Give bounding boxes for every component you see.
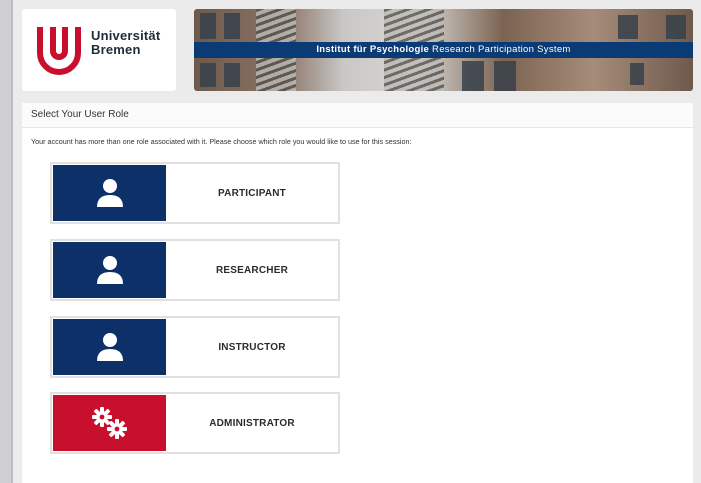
university-logo-mark-icon [37,27,81,75]
panel-title: Select Your User Role [22,103,693,128]
role-label: ADMINISTRATOR [209,417,295,429]
role-label: RESEARCHER [215,264,288,276]
user-icon [96,179,123,207]
role-icon-box [53,165,166,221]
panel-intro-text: Your account has more than one role asso… [31,137,412,146]
banner-title-bold: Institut für Psychologie [316,44,430,55]
logo-line-2: Bremen [91,42,141,57]
user-icon [96,333,123,361]
role-button-instructor[interactable]: INSTRUCTOR [50,316,340,378]
role-label: INSTRUCTOR [218,341,286,353]
university-logo-text: Universität Bremen [91,29,160,57]
banner-title: Institut für Psychologie Research Partic… [194,42,693,58]
role-label: PARTICIPANT [218,187,286,199]
gears-icon [91,407,127,439]
header-banner: Institut für Psychologie Research Partic… [194,9,693,91]
role-button-participant[interactable]: PARTICIPANT [50,162,340,224]
banner-title-rest: Research Participation System [429,44,571,55]
logo-line-1: Universität [91,28,161,43]
left-edge-bar [0,0,11,483]
role-icon-box [53,319,166,375]
university-logo[interactable]: Universität Bremen [22,9,176,91]
role-icon-box [53,395,166,451]
user-icon [96,256,123,284]
left-edge-divider [11,0,13,483]
role-button-administrator[interactable]: ADMINISTRATOR [50,392,340,454]
role-selection-panel: Select Your User Role Your account has m… [22,103,693,483]
role-button-researcher[interactable]: RESEARCHER [50,239,340,301]
role-icon-box [53,242,166,298]
